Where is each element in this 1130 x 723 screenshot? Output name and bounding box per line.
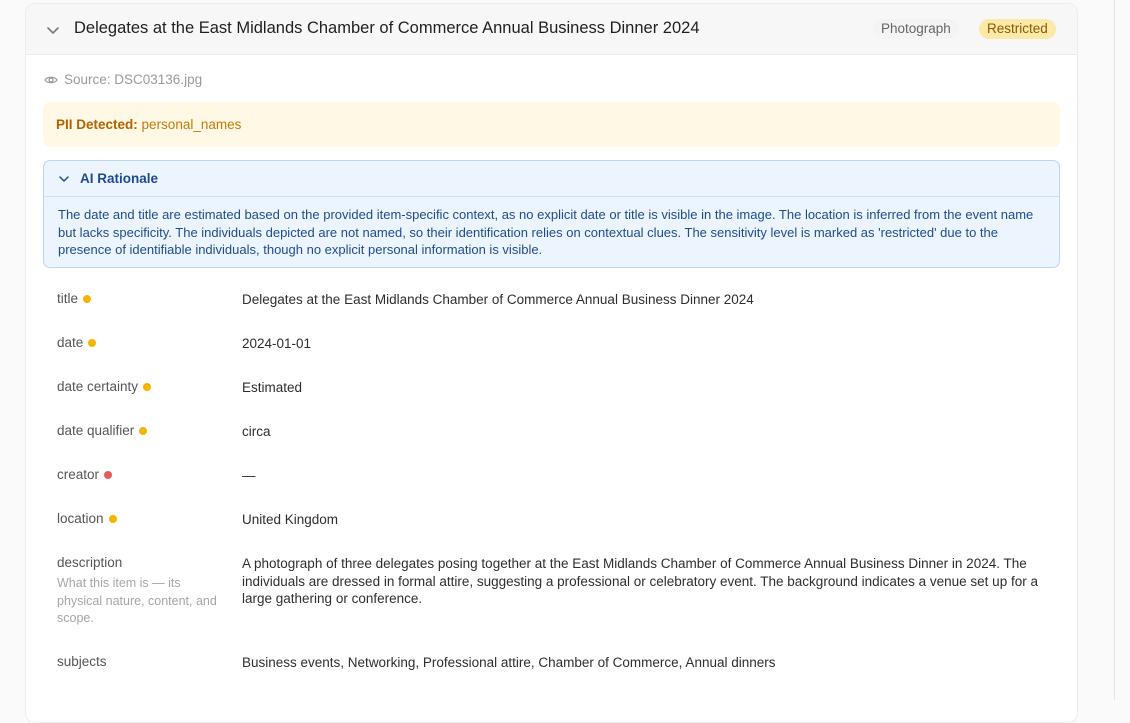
ai-rationale-toggle[interactable]: AI Rationale [44,161,1059,197]
field-label: subjects [57,654,107,669]
item-header[interactable]: Delegates at the East Midlands Chamber o… [26,4,1077,55]
field-label-wrap: date qualifier [57,423,148,438]
field-label: date [57,335,84,350]
field-value[interactable]: Estimated [242,379,1042,397]
source-line: Source: DSC03136.jpg [44,72,202,87]
item-card: Delegates at the East Midlands Chamber o… [25,3,1078,723]
field-label-wrap: date certainty [57,379,152,394]
item-title: Delegates at the East Midlands Chamber o… [74,19,700,37]
status-dot [143,382,152,391]
pii-value: personal_names [141,117,242,132]
field-value[interactable]: Business events, Networking, Professiona… [242,654,1042,672]
field-label-wrap: description [57,555,122,570]
field-value[interactable]: A photograph of three delegates posing t… [242,555,1042,608]
ai-rationale-heading: AI Rationale [80,171,159,186]
status-dot [88,338,97,347]
field-value[interactable]: Delegates at the East Midlands Chamber o… [242,291,1042,309]
source-filename: Source: DSC03136.jpg [64,72,203,87]
status-dot [139,426,148,435]
field-label-wrap: subjects [57,654,107,669]
status-dot [108,514,117,523]
sensitivity-badge: Restricted [979,19,1056,39]
field-value[interactable]: — [242,467,1042,485]
type-badge: Photograph [873,19,959,39]
pii-banner: PII Detected: personal_names [43,102,1060,147]
field-value[interactable]: United Kingdom [242,511,1042,529]
chevron-down-icon [59,175,69,182]
field-label-wrap: date [57,335,97,350]
field-value[interactable]: circa [242,423,1042,441]
field-label-wrap: creator [57,467,113,482]
status-dot [104,470,113,479]
field-label: location [57,511,104,526]
chevron-down-icon[interactable] [45,22,61,38]
pii-label: PII Detected: [56,117,138,132]
field-label: title [57,291,79,306]
field-label: date certainty [57,379,139,394]
status-dot [83,294,92,303]
field-label: date qualifier [57,423,135,438]
field-hint: What this item is — its physical nature,… [57,576,217,626]
scrollbar-track[interactable] [1114,0,1115,700]
field-label: creator [57,467,100,482]
ai-rationale-text: The date and title are estimated based o… [58,207,1034,258]
eye-icon [44,76,58,83]
field-label: description [57,555,123,570]
ai-rationale-panel: AI Rationale The date and title are esti… [43,160,1060,268]
field-label-wrap: location [57,511,117,526]
field-label-wrap: title [57,291,92,306]
field-value[interactable]: 2024-01-01 [242,335,1042,353]
